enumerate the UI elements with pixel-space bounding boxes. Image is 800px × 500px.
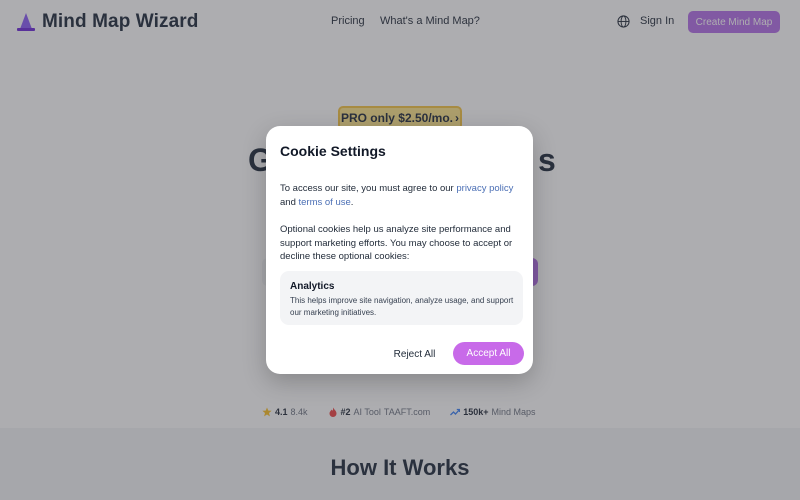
terms-of-use-link[interactable]: terms of use: [299, 197, 351, 208]
analytics-description: This helps improve site navigation, anal…: [290, 296, 514, 317]
analytics-title: Analytics: [290, 281, 335, 292]
optional-cookies-text: Optional cookies help us analyze site pe…: [280, 224, 513, 262]
privacy-policy-link[interactable]: privacy policy: [456, 183, 513, 194]
modal-title: Cookie Settings: [280, 143, 386, 159]
consent-text: To access our site, you must agree to ou…: [280, 182, 520, 209]
reject-all-button[interactable]: Reject All: [386, 343, 443, 365]
consent-text-mid: and: [280, 196, 299, 208]
cookie-settings-modal: Cookie Settings To access our site, you …: [266, 126, 533, 374]
analytics-option[interactable]: Analytics This helps improve site naviga…: [280, 271, 523, 325]
consent-text-start: To access our site, you must agree to ou…: [280, 183, 457, 194]
accept-all-button[interactable]: Accept All: [453, 342, 524, 365]
consent-text-end: .: [350, 196, 354, 208]
